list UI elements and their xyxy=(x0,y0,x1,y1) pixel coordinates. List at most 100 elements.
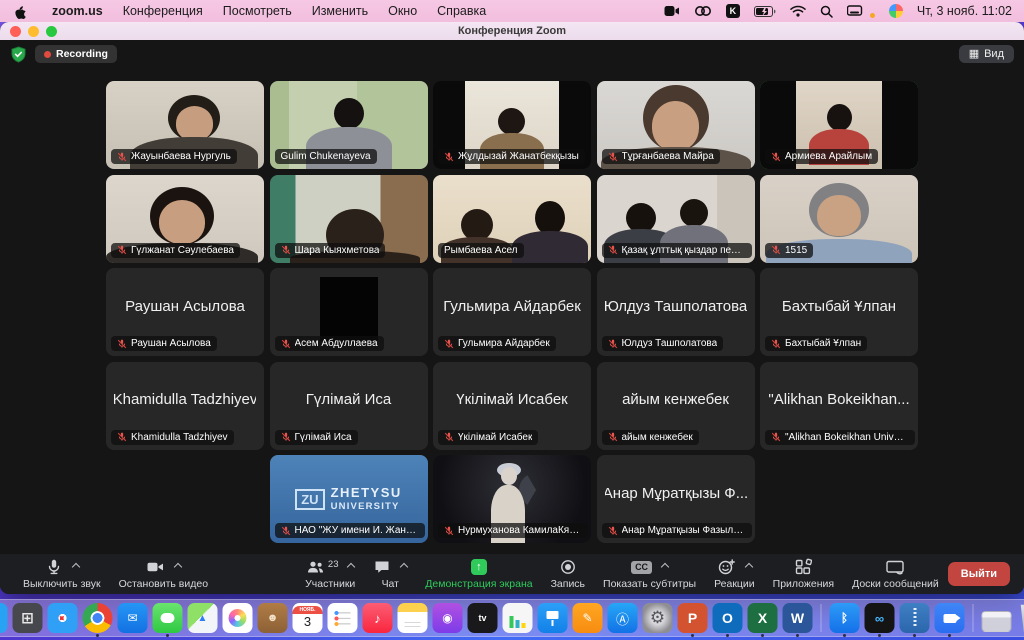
participant-tile[interactable]: Шара Кыяхметова xyxy=(270,175,428,263)
wifi-icon[interactable] xyxy=(790,3,806,19)
dock-item-music[interactable]: ♪ xyxy=(363,603,393,633)
dock-item-safari[interactable]: ✦ xyxy=(48,603,78,633)
chevron-up-icon[interactable] xyxy=(661,563,669,571)
dock-item-zoom-app[interactable] xyxy=(935,603,965,633)
participant-name-label: "Alikhan Bokeikhan University" xyxy=(765,430,915,445)
toolbar-participants-button[interactable]: 23Участники xyxy=(305,558,355,590)
participant-tile[interactable]: 1515 xyxy=(760,175,918,263)
battery-icon[interactable] xyxy=(754,3,776,19)
dock-item-minimized-window[interactable] xyxy=(982,611,1012,632)
dock-item-photos[interactable] xyxy=(223,603,253,633)
participant-tile[interactable]: "Alikhan Bokeikhan..."Alikhan Bokeikhan … xyxy=(760,362,918,450)
window-title: Конференция Zoom xyxy=(0,25,1024,37)
participant-tile[interactable]: ZUZHETYSUUNIVERSITYНАО "ЖУ имени И. Жанс… xyxy=(270,455,428,543)
menu-item-4[interactable]: Справка xyxy=(427,4,496,18)
chevron-up-icon[interactable] xyxy=(174,563,182,571)
participant-tile[interactable]: Жұлдызай Жанатбекқызы xyxy=(433,81,591,169)
muted-mic-icon xyxy=(608,432,618,442)
toolbar-apps-button[interactable]: Приложения xyxy=(773,558,834,590)
dock-item-pages[interactable]: ✎ xyxy=(573,603,603,633)
participant-tile[interactable]: Жауынбаева Нургуль xyxy=(106,81,264,169)
toolbar-label: Приложения xyxy=(773,578,834,590)
dock-item-word[interactable]: W xyxy=(783,603,813,633)
dock-item-finder[interactable]: ☻ xyxy=(0,603,8,633)
participant-tile[interactable]: Khamidulla TadzhiyevKhamidulla Tadzhiyev xyxy=(106,362,264,450)
toolbar-mute-button[interactable]: Выключить звук xyxy=(23,558,101,590)
circles-icon[interactable] xyxy=(694,3,712,19)
participant-tile[interactable]: Қазақ ұлттық қыздар педагоги... xyxy=(597,175,755,263)
display-status-icon[interactable] xyxy=(847,3,865,19)
apple-menu-icon[interactable] xyxy=(12,3,28,19)
dock-item-mail[interactable]: ✉ xyxy=(118,603,148,633)
participant-name-label: Қазақ ұлттық қыздар педагоги... xyxy=(602,243,752,258)
participant-tile[interactable]: Гульмира АйдарбекГульмира Айдарбек xyxy=(433,268,591,356)
toolbar-captions-button[interactable]: CCПоказать субтитры xyxy=(603,558,696,590)
chevron-up-icon[interactable] xyxy=(745,563,753,571)
dock-item-settings[interactable]: ⚙ xyxy=(643,603,673,633)
participant-tile[interactable]: Gulim Chukenayeva xyxy=(270,81,428,169)
dock-item-keynote[interactable] xyxy=(538,603,568,633)
dock-separator xyxy=(973,604,974,632)
dock-item-calendar[interactable]: НОЯБ.3 xyxy=(293,603,323,633)
dock-item-trash[interactable] xyxy=(1017,603,1024,633)
dock-item-notes[interactable] xyxy=(398,603,428,633)
participant-tile[interactable]: Асем Абдуллаева xyxy=(270,268,428,356)
recording-indicator[interactable]: Recording xyxy=(35,45,117,63)
participant-tile[interactable]: Раушан АсыловаРаушан Асылова xyxy=(106,268,264,356)
dock-item-reminders[interactable] xyxy=(328,603,358,633)
toolbar-reactions-button[interactable]: Реакции xyxy=(714,558,755,590)
dock-item-chrome[interactable] xyxy=(83,603,113,633)
dock-item-numbers[interactable] xyxy=(503,603,533,633)
chevron-up-icon[interactable] xyxy=(400,563,408,571)
toolbar-label: Доски сообщений xyxy=(852,578,939,590)
search-icon[interactable] xyxy=(820,3,833,19)
video-status-icon[interactable] xyxy=(664,3,680,19)
dock-item-powerpoint[interactable]: P xyxy=(678,603,708,633)
menu-zoom-us[interactable]: zoom.us xyxy=(42,4,113,18)
view-button[interactable]: ▦ Вид xyxy=(959,45,1014,63)
dock-item-contacts[interactable]: ☻ xyxy=(258,603,288,633)
participant-tile[interactable]: Нурмуханова КамилаКял-19-3 xyxy=(433,455,591,543)
muted-mic-icon xyxy=(117,245,127,255)
toolbar-video-button[interactable]: Остановить видео xyxy=(119,558,208,590)
participant-tile[interactable]: Гүлімай ИсаГүлімай Иса xyxy=(270,362,428,450)
participant-tile[interactable]: Бахтыбай ҰлпанБахтыбай Ұлпан xyxy=(760,268,918,356)
k-app-icon[interactable]: K xyxy=(726,4,740,18)
participant-tile[interactable]: айым кенжебекайым кенжебек xyxy=(597,362,755,450)
participant-tile[interactable]: Рымбаева Асел xyxy=(433,175,591,263)
toolbar-chat-button[interactable]: Чат xyxy=(373,558,407,590)
toolbar-record-button[interactable]: Запись xyxy=(551,558,585,590)
participant-big-name: Бахтыбай Ұлпан xyxy=(768,268,910,344)
dock-item-messages[interactable] xyxy=(153,603,183,633)
menu-item-3[interactable]: Окно xyxy=(378,4,427,18)
menu-item-2[interactable]: Изменить xyxy=(302,4,378,18)
dock-item-capture-app[interactable]: ∞ xyxy=(865,603,895,633)
dock-item-appstore[interactable]: Ⓐ xyxy=(608,603,638,633)
participant-tile[interactable]: Юлдуз ТашполатоваЮлдуз Ташполатова xyxy=(597,268,755,356)
participant-tile[interactable]: Армиева Арайлым xyxy=(760,81,918,169)
chevron-up-icon[interactable] xyxy=(347,563,355,571)
dock-item-launchpad[interactable]: ⊞ xyxy=(13,603,43,633)
toolbar-whiteboards-button[interactable]: Доски сообщений xyxy=(852,558,939,590)
participant-tile[interactable]: Анар Мұратқызы Ф...Анар Мұратқызы Фазылж… xyxy=(597,455,755,543)
participant-name-label: НАО "ЖУ имени И. Жансугуро... xyxy=(275,523,425,538)
dock-item-outlook[interactable]: O xyxy=(713,603,743,633)
toolbar-share-button[interactable]: ↑Демонстрация экрана xyxy=(425,558,532,590)
leave-meeting-button[interactable]: Выйти xyxy=(948,562,1010,586)
participant-tile[interactable]: Үкілімай ИсабекҮкілімай Исабек xyxy=(433,362,591,450)
dock-item-podcasts[interactable]: ◉ xyxy=(433,603,463,633)
dock-item-archiver[interactable] xyxy=(900,603,930,633)
menu-item-1[interactable]: Посмотреть xyxy=(213,4,302,18)
color-circle-icon[interactable] xyxy=(889,4,903,18)
dock-item-excel[interactable]: X xyxy=(748,603,778,633)
participant-tile[interactable]: Гүлжанат Сәулебаева xyxy=(106,175,264,263)
participant-tile[interactable]: Тұрғанбаева Майра xyxy=(597,81,755,169)
dock-item-bluetooth[interactable]: ᛒ xyxy=(830,603,860,633)
dock-item-maps[interactable]: ▲ xyxy=(188,603,218,633)
menu-bar-status-area: K Чт, 3 нояб. 11:02 xyxy=(664,3,1012,19)
chevron-up-icon[interactable] xyxy=(72,563,80,571)
security-shield-icon[interactable] xyxy=(10,46,27,63)
menu-bar-clock[interactable]: Чт, 3 нояб. 11:02 xyxy=(917,4,1012,18)
menu-item-0[interactable]: Конференция xyxy=(113,4,213,18)
dock-item-appletv[interactable]: tv xyxy=(468,603,498,633)
